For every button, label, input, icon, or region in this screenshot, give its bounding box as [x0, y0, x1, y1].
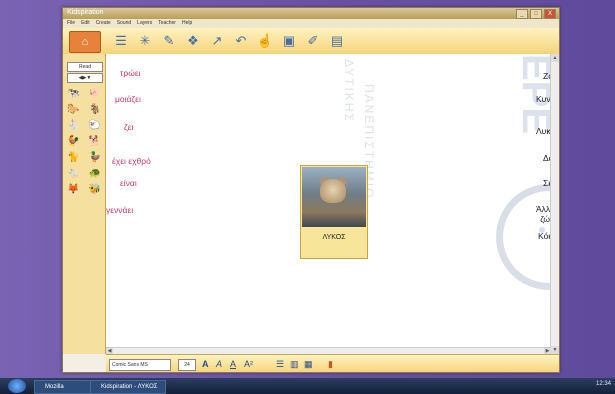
animal-symbol-icon[interactable]: 🐐: [89, 104, 101, 116]
verb-link-label[interactable]: ζει: [124, 122, 133, 132]
symbol-row[interactable]: 🦊 🐝: [67, 184, 101, 196]
note-icon[interactable]: ▤: [327, 32, 347, 50]
symbol-row[interactable]: 🐇 🐑: [67, 120, 101, 132]
taskbar: Mozilla Kidspiration - ΛΥΚΟΣ 12:34: [0, 378, 615, 394]
verb-link-label[interactable]: έχει εχθρό: [112, 156, 151, 166]
start-button[interactable]: [8, 379, 26, 393]
window-title: Kidspiration: [67, 9, 104, 16]
animal-symbol-icon[interactable]: 🦊: [67, 184, 79, 196]
symbol-row[interactable]: 🐄 🐖: [67, 88, 101, 100]
list-view-icon[interactable]: ☰: [111, 32, 131, 50]
animal-symbol-icon[interactable]: 🦆: [89, 152, 101, 164]
wand-icon[interactable]: ✎: [159, 32, 179, 50]
close-button[interactable]: X: [544, 9, 556, 19]
taskbar-item[interactable]: Kidspiration - ΛΥΚΟΣ: [90, 380, 166, 394]
animal-symbol-icon[interactable]: 🐎: [67, 104, 79, 116]
scroll-down-arrow[interactable]: ▼: [551, 346, 559, 354]
underline-button[interactable]: A: [230, 358, 236, 370]
animal-symbol-icon[interactable]: 🐁: [67, 168, 79, 180]
menu-create[interactable]: Create: [96, 19, 111, 28]
vertical-scrollbar[interactable]: ▲ ▼: [550, 54, 559, 354]
rainbow-icon[interactable]: ▮: [328, 358, 333, 370]
star-icon[interactable]: ✳: [135, 32, 155, 50]
symbol-row[interactable]: 🐈 🦆: [67, 152, 101, 164]
verb-link-label[interactable]: τρώει: [120, 68, 141, 78]
tray-clock: 12:34: [595, 381, 611, 387]
symbol-row[interactable]: 🐓 🐕: [67, 136, 101, 148]
pen-icon[interactable]: ✐: [303, 32, 323, 50]
wolf-picture: [302, 167, 366, 227]
main-toolbar: ⌂ ☰ ✳ ✎ ❖ ↗ ↶ ☝ ▣ ✐ ▤: [63, 28, 559, 55]
menu-file[interactable]: File: [67, 19, 75, 28]
read-button[interactable]: Read: [67, 62, 103, 72]
menu-edit[interactable]: Edit: [81, 19, 90, 28]
verb-link-label[interactable]: είναι: [120, 178, 137, 188]
arrow-link-icon[interactable]: ↗: [207, 32, 227, 50]
undo-icon[interactable]: ↶: [231, 32, 251, 50]
taskbar-item[interactable]: Mozilla: [34, 380, 94, 394]
menu-bar: File Edit Create Sound Layers Teacher He…: [63, 19, 559, 28]
animal-symbol-icon[interactable]: 🐖: [89, 88, 101, 100]
animal-symbol-icon[interactable]: 🐄: [67, 88, 79, 100]
menu-teacher[interactable]: Teacher: [158, 19, 176, 28]
verb-link-label[interactable]: μοιάζει: [115, 94, 141, 104]
central-symbol-card[interactable]: ΛΥΚΟΣ: [300, 165, 368, 259]
animal-symbol-icon[interactable]: 🐢: [89, 168, 101, 180]
superscript-button[interactable]: A²: [244, 358, 253, 370]
menu-sound[interactable]: Sound: [117, 19, 131, 28]
app-window: Kidspiration _ □ X File Edit Create Soun…: [62, 7, 560, 373]
group-icon[interactable]: ❖: [183, 32, 203, 50]
symbol-library-sidebar: Read ◀▶▼ 🐄 🐖 🐎 🐐 🐇 🐑 🐓 🐕 🐈 🦆 🐁 🐢 🦊 🐝: [63, 54, 106, 354]
symbol-row[interactable]: 🐎 🐐: [67, 104, 101, 116]
nav-arrows-button[interactable]: ◀▶▼: [67, 73, 103, 83]
animal-symbol-icon[interactable]: 🐑: [89, 120, 101, 132]
window-controls: _ □ X: [516, 9, 556, 19]
font-select[interactable]: Comic Sans MS: [109, 359, 171, 371]
picture-icon[interactable]: ▣: [279, 32, 299, 50]
layout-icon[interactable]: ▥: [290, 358, 299, 370]
symbol-row[interactable]: 🐁 🐢: [67, 168, 101, 180]
bold-button[interactable]: A: [202, 358, 209, 370]
menu-help[interactable]: Help: [182, 19, 192, 28]
title-bar[interactable]: Kidspiration _ □ X: [63, 8, 559, 19]
scroll-up-arrow[interactable]: ▲: [551, 54, 559, 62]
wolf-head-shape: [320, 179, 346, 203]
hand-icon[interactable]: ☝: [255, 32, 275, 50]
italic-button[interactable]: A: [216, 358, 222, 370]
animal-symbol-icon[interactable]: 🐝: [89, 184, 101, 196]
align-icon[interactable]: ☰: [276, 358, 284, 370]
verb-link-label[interactable]: γεννάει: [106, 205, 133, 215]
maximize-button[interactable]: □: [530, 9, 542, 19]
font-size-select[interactable]: 24: [178, 359, 196, 371]
format-toolbar: Comic Sans MS 24 A A A A² ☰ ▥ ▦ ▮: [106, 354, 559, 372]
card-label[interactable]: ΛΥΚΟΣ: [301, 234, 367, 241]
animal-symbol-icon[interactable]: 🐕: [89, 136, 101, 148]
animal-symbol-icon[interactable]: 🐈: [67, 152, 79, 164]
animal-symbol-icon[interactable]: 🐓: [67, 136, 79, 148]
toolbar-icons: ☰ ✳ ✎ ❖ ↗ ↶ ☝ ▣ ✐ ▤: [111, 32, 347, 50]
minimize-button[interactable]: _: [516, 9, 528, 19]
watermark-text: ΔΥΤΙΚΗΣ: [342, 59, 356, 123]
animal-symbol-icon[interactable]: 🐇: [67, 120, 79, 132]
home-icon[interactable]: ⌂: [69, 31, 101, 53]
menu-layers[interactable]: Layers: [137, 19, 152, 28]
color-icon[interactable]: ▦: [304, 358, 313, 370]
